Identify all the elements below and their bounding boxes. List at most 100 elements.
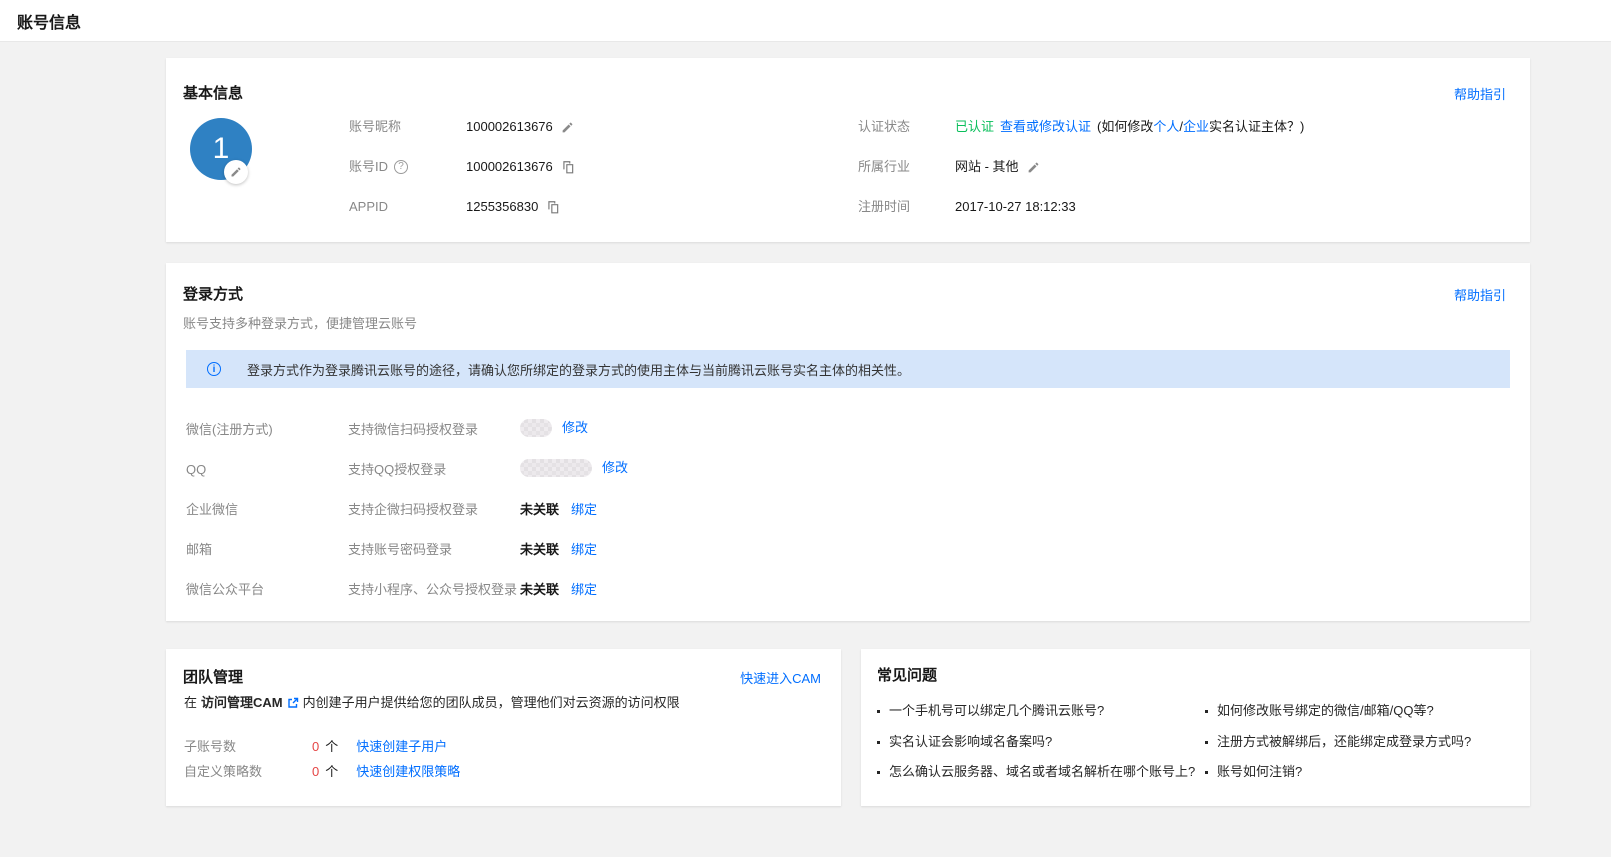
- faq-link[interactable]: 一个手机号可以绑定几个腾讯云账号?: [877, 703, 1104, 719]
- faq-link[interactable]: 如何修改账号绑定的微信/邮箱/QQ等?: [1205, 703, 1434, 719]
- auth-status-label: 认证状态: [858, 119, 910, 135]
- auth-status-row: 已认证 查看或修改认证 (如何修改个人/企业实名认证主体？): [955, 119, 1304, 135]
- enter-cam-link[interactable]: 快速进入CAM: [740, 668, 821, 687]
- login-row-wechat-value: 修改: [520, 419, 588, 437]
- login-row-email-desc: 支持账号密码登录: [348, 542, 452, 558]
- faq-title: 常见问题: [877, 664, 937, 685]
- appid-value: 1255356830: [466, 199, 538, 215]
- basic-info-card: 基本信息 帮助指引 1 账号昵称 100002613676 账号ID ? 100…: [166, 58, 1530, 242]
- faq-link[interactable]: 怎么确认云服务器、域名或者域名解析在哪个账号上?: [877, 764, 1195, 780]
- custom-policies-label: 自定义策略数: [184, 764, 312, 780]
- industry-value: 网站 - 其他: [955, 159, 1019, 175]
- login-notice-text: 登录方式作为登录腾讯云账号的途径，请确认您所绑定的登录方式的使用主体与当前腾讯云…: [247, 360, 910, 379]
- qq-modify-link[interactable]: 修改: [602, 460, 628, 476]
- modify-auth-link[interactable]: 查看或修改认证: [1000, 119, 1091, 135]
- login-row-wechat-desc: 支持微信扫码授权登录: [348, 422, 478, 438]
- create-sub-user-link[interactable]: 快速创建子用户: [356, 739, 447, 755]
- sub-accounts-count: 0: [312, 739, 319, 755]
- account-id-label: 账号ID: [349, 159, 388, 175]
- personal-auth-link[interactable]: 个人: [1153, 119, 1179, 134]
- page-title: 账号信息: [17, 9, 81, 33]
- login-methods-card: 登录方式 帮助指引 账号支持多种登录方式，便捷管理云账号 i 登录方式作为登录腾…: [166, 263, 1530, 621]
- login-row-email-value: 未关联 绑定: [520, 542, 597, 558]
- faq-card: 常见问题 一个手机号可以绑定几个腾讯云账号? 实名认证会影响域名备案吗? 怎么确…: [861, 649, 1530, 806]
- auth-note-open: (如何修改: [1097, 119, 1153, 134]
- wecom-bind-link[interactable]: 绑定: [571, 502, 597, 518]
- custom-policies-count: 0: [312, 764, 319, 780]
- email-bind-link[interactable]: 绑定: [571, 542, 597, 558]
- enterprise-auth-link[interactable]: 企业: [1183, 119, 1209, 134]
- account-id-label-row: 账号ID ?: [349, 159, 408, 175]
- faq-link[interactable]: 注册方式被解绑后，还能绑定成登录方式吗?: [1205, 734, 1471, 750]
- bullet-icon: [1205, 741, 1208, 744]
- wecom-status: 未关联: [520, 502, 559, 518]
- email-status: 未关联: [520, 542, 559, 558]
- login-methods-subtitle: 账号支持多种登录方式，便捷管理云账号: [183, 313, 417, 332]
- login-row-qq-desc: 支持QQ授权登录: [348, 462, 446, 478]
- reg-time-value: 2017-10-27 18:12:33: [955, 199, 1076, 215]
- auth-note: (如何修改个人/企业实名认证主体？): [1097, 119, 1304, 135]
- login-row-mp-desc: 支持小程序、公众号授权登录: [348, 582, 517, 598]
- top-bar: 账号信息: [0, 0, 1611, 42]
- wechat-modify-link[interactable]: 修改: [562, 420, 588, 436]
- account-id-value-row: 100002613676: [466, 159, 575, 175]
- faq-question: 一个手机号可以绑定几个腾讯云账号?: [889, 703, 1104, 719]
- cam-console-link[interactable]: 访问管理CAM: [201, 695, 283, 711]
- team-desc-suffix: 内创建子用户提供给您的团队成员，管理他们对云资源的访问权限: [303, 695, 680, 711]
- bullet-icon: [877, 710, 880, 713]
- faq-question: 如何修改账号绑定的微信/邮箱/QQ等?: [1217, 703, 1434, 719]
- edit-industry-icon[interactable]: [1027, 161, 1040, 174]
- copy-icon[interactable]: [546, 200, 560, 214]
- team-desc-prefix: 在: [184, 695, 197, 711]
- industry-value-row: 网站 - 其他: [955, 159, 1040, 175]
- login-notice-banner: i 登录方式作为登录腾讯云账号的途径，请确认您所绑定的登录方式的使用主体与当前腾…: [186, 350, 1510, 388]
- login-row-wechat-label: 微信(注册方式): [186, 422, 273, 438]
- help-circle-icon[interactable]: ?: [394, 160, 408, 174]
- team-title: 团队管理: [183, 666, 243, 687]
- basic-help-link[interactable]: 帮助指引: [1454, 84, 1506, 103]
- masked-value: [520, 459, 592, 477]
- login-help-link[interactable]: 帮助指引: [1454, 285, 1506, 304]
- nickname-value: 100002613676: [466, 119, 553, 135]
- faq-question: 实名认证会影响域名备案吗?: [889, 734, 1052, 750]
- login-row-qq-value: 修改: [520, 459, 628, 477]
- sub-accounts-row: 子账号数 0 个 快速创建子用户: [184, 739, 447, 755]
- auth-status-badge: 已认证: [955, 119, 994, 135]
- sub-accounts-label: 子账号数: [184, 739, 312, 755]
- edit-nickname-icon[interactable]: [561, 121, 574, 134]
- bullet-icon: [1205, 710, 1208, 713]
- pencil-icon: [230, 166, 242, 178]
- login-row-wecom-value: 未关联 绑定: [520, 502, 597, 518]
- mp-status: 未关联: [520, 582, 559, 598]
- mp-bind-link[interactable]: 绑定: [571, 582, 597, 598]
- masked-value: [520, 419, 552, 437]
- faq-link[interactable]: 实名认证会影响域名备案吗?: [877, 734, 1052, 750]
- copy-icon[interactable]: [561, 160, 575, 174]
- reg-time-label: 注册时间: [858, 199, 910, 215]
- login-row-qq-label: QQ: [186, 462, 206, 478]
- faq-link[interactable]: 账号如何注销?: [1205, 764, 1302, 780]
- custom-policies-row: 自定义策略数 0 个 快速创建权限策略: [184, 764, 460, 780]
- login-row-mp-value: 未关联 绑定: [520, 582, 597, 598]
- login-row-wecom-desc: 支持企微扫码授权登录: [348, 502, 478, 518]
- login-row-email-label: 邮箱: [186, 542, 212, 558]
- login-methods-title: 登录方式: [183, 283, 243, 304]
- avatar-text: 1: [213, 132, 230, 166]
- bullet-icon: [1205, 771, 1208, 774]
- external-link-icon[interactable]: [287, 697, 299, 709]
- create-policy-link[interactable]: 快速创建权限策略: [356, 764, 460, 780]
- industry-label: 所属行业: [858, 159, 910, 175]
- bullet-icon: [877, 771, 880, 774]
- info-circle-icon: i: [207, 362, 221, 376]
- faq-question: 注册方式被解绑后，还能绑定成登录方式吗?: [1217, 734, 1471, 750]
- team-description: 在 访问管理CAM 内创建子用户提供给您的团队成员，管理他们对云资源的访问权限: [184, 695, 680, 711]
- nickname-value-row: 100002613676: [466, 119, 574, 135]
- login-row-wecom-label: 企业微信: [186, 502, 238, 518]
- team-management-card: 团队管理 快速进入CAM 在 访问管理CAM 内创建子用户提供给您的团队成员，管…: [166, 649, 841, 806]
- faq-question: 账号如何注销?: [1217, 764, 1302, 780]
- account-id-value: 100002613676: [466, 159, 553, 175]
- login-row-mp-label: 微信公众平台: [186, 582, 264, 598]
- sub-accounts-unit: 个: [325, 739, 338, 755]
- faq-question: 怎么确认云服务器、域名或者域名解析在哪个账号上?: [889, 764, 1195, 780]
- avatar-edit-button[interactable]: [224, 160, 248, 184]
